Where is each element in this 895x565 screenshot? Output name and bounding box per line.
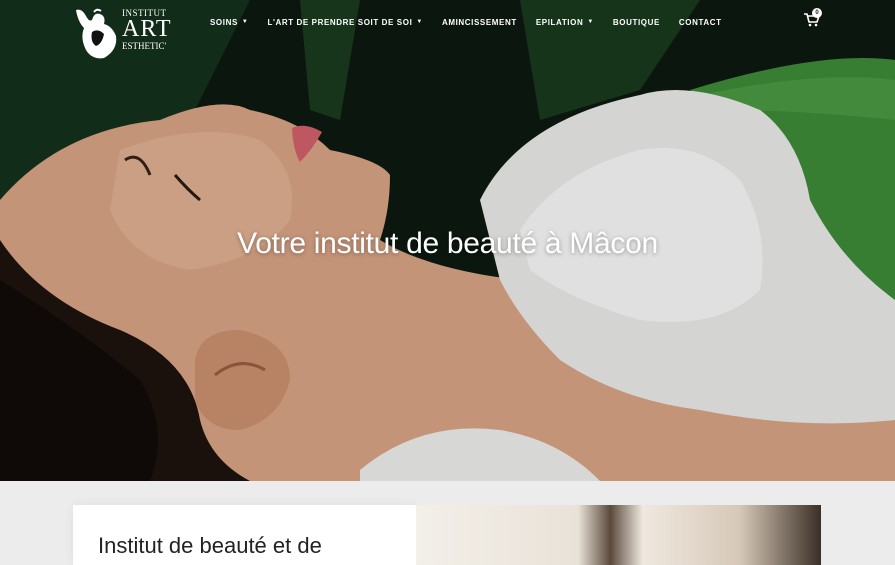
brand-line-3: ESTHETIC': [122, 41, 167, 51]
nav-item-amincissement[interactable]: AMINCISSEMENT: [442, 16, 517, 28]
nav-item-contact[interactable]: CONTACT: [679, 16, 722, 28]
nav-item-art-de-prendre-soin[interactable]: L'ART DE PRENDRE SOIT DE SOI ▼: [267, 16, 422, 28]
nav-item-epilation[interactable]: EPILATION ▼: [536, 16, 594, 28]
chevron-down-icon: ▼: [587, 19, 594, 25]
hero-title: Votre institut de beauté à Mâcon: [237, 227, 658, 261]
brand-logo[interactable]: INSTITUT ART ESTHETIC': [74, 6, 174, 60]
cart-count-badge: 0: [812, 8, 822, 18]
logo-figure-icon: [76, 8, 117, 59]
chevron-down-icon: ▼: [416, 19, 423, 25]
intro-title: Institut de beauté et de: [98, 533, 322, 558]
nav-item-soins[interactable]: SOINS ▼: [210, 16, 248, 28]
chevron-down-icon: ▼: [241, 19, 249, 25]
nav-item-label: L'ART DE PRENDRE SOIT DE SOI: [267, 17, 413, 27]
nav-item-label: SOINS: [210, 17, 238, 27]
nav-item-label: AMINCISSEMENT: [441, 17, 517, 27]
main-navigation: SOINS ▼ L'ART DE PRENDRE SOIT DE SOI ▼ A…: [210, 16, 741, 28]
intro-photo: [416, 505, 821, 565]
nav-item-label: CONTACT: [678, 17, 722, 27]
nav-item-label: BOUTIQUE: [612, 17, 660, 27]
nav-item-boutique[interactable]: BOUTIQUE: [613, 16, 660, 28]
nav-item-label: EPILATION: [535, 17, 584, 27]
brand-line-2: ART: [122, 16, 172, 42]
intro-card: Institut de beauté et de: [73, 505, 416, 565]
